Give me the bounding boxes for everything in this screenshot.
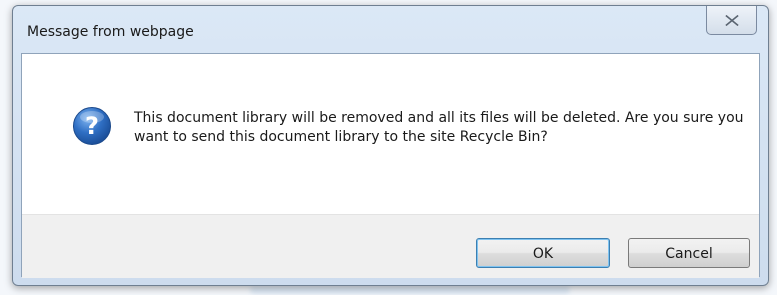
dialog-message: This document library will be removed an… [134,110,744,145]
close-icon [725,15,739,26]
dialog-titlebar[interactable]: Message from webpage [13,6,768,53]
svg-text:?: ? [85,112,99,140]
dialog-content: ? This document library will be removed … [21,53,760,278]
dialog-title: Message from webpage [27,24,194,40]
message-dialog: Message from webpage ? This document lib… [12,5,769,286]
question-icon: ? [73,107,111,145]
cancel-button[interactable]: Cancel [628,238,750,268]
ok-button[interactable]: OK [476,238,610,268]
dialog-button-bar: OK Cancel [22,214,759,278]
close-button[interactable] [706,6,757,35]
background-blurred-text [250,286,570,294]
